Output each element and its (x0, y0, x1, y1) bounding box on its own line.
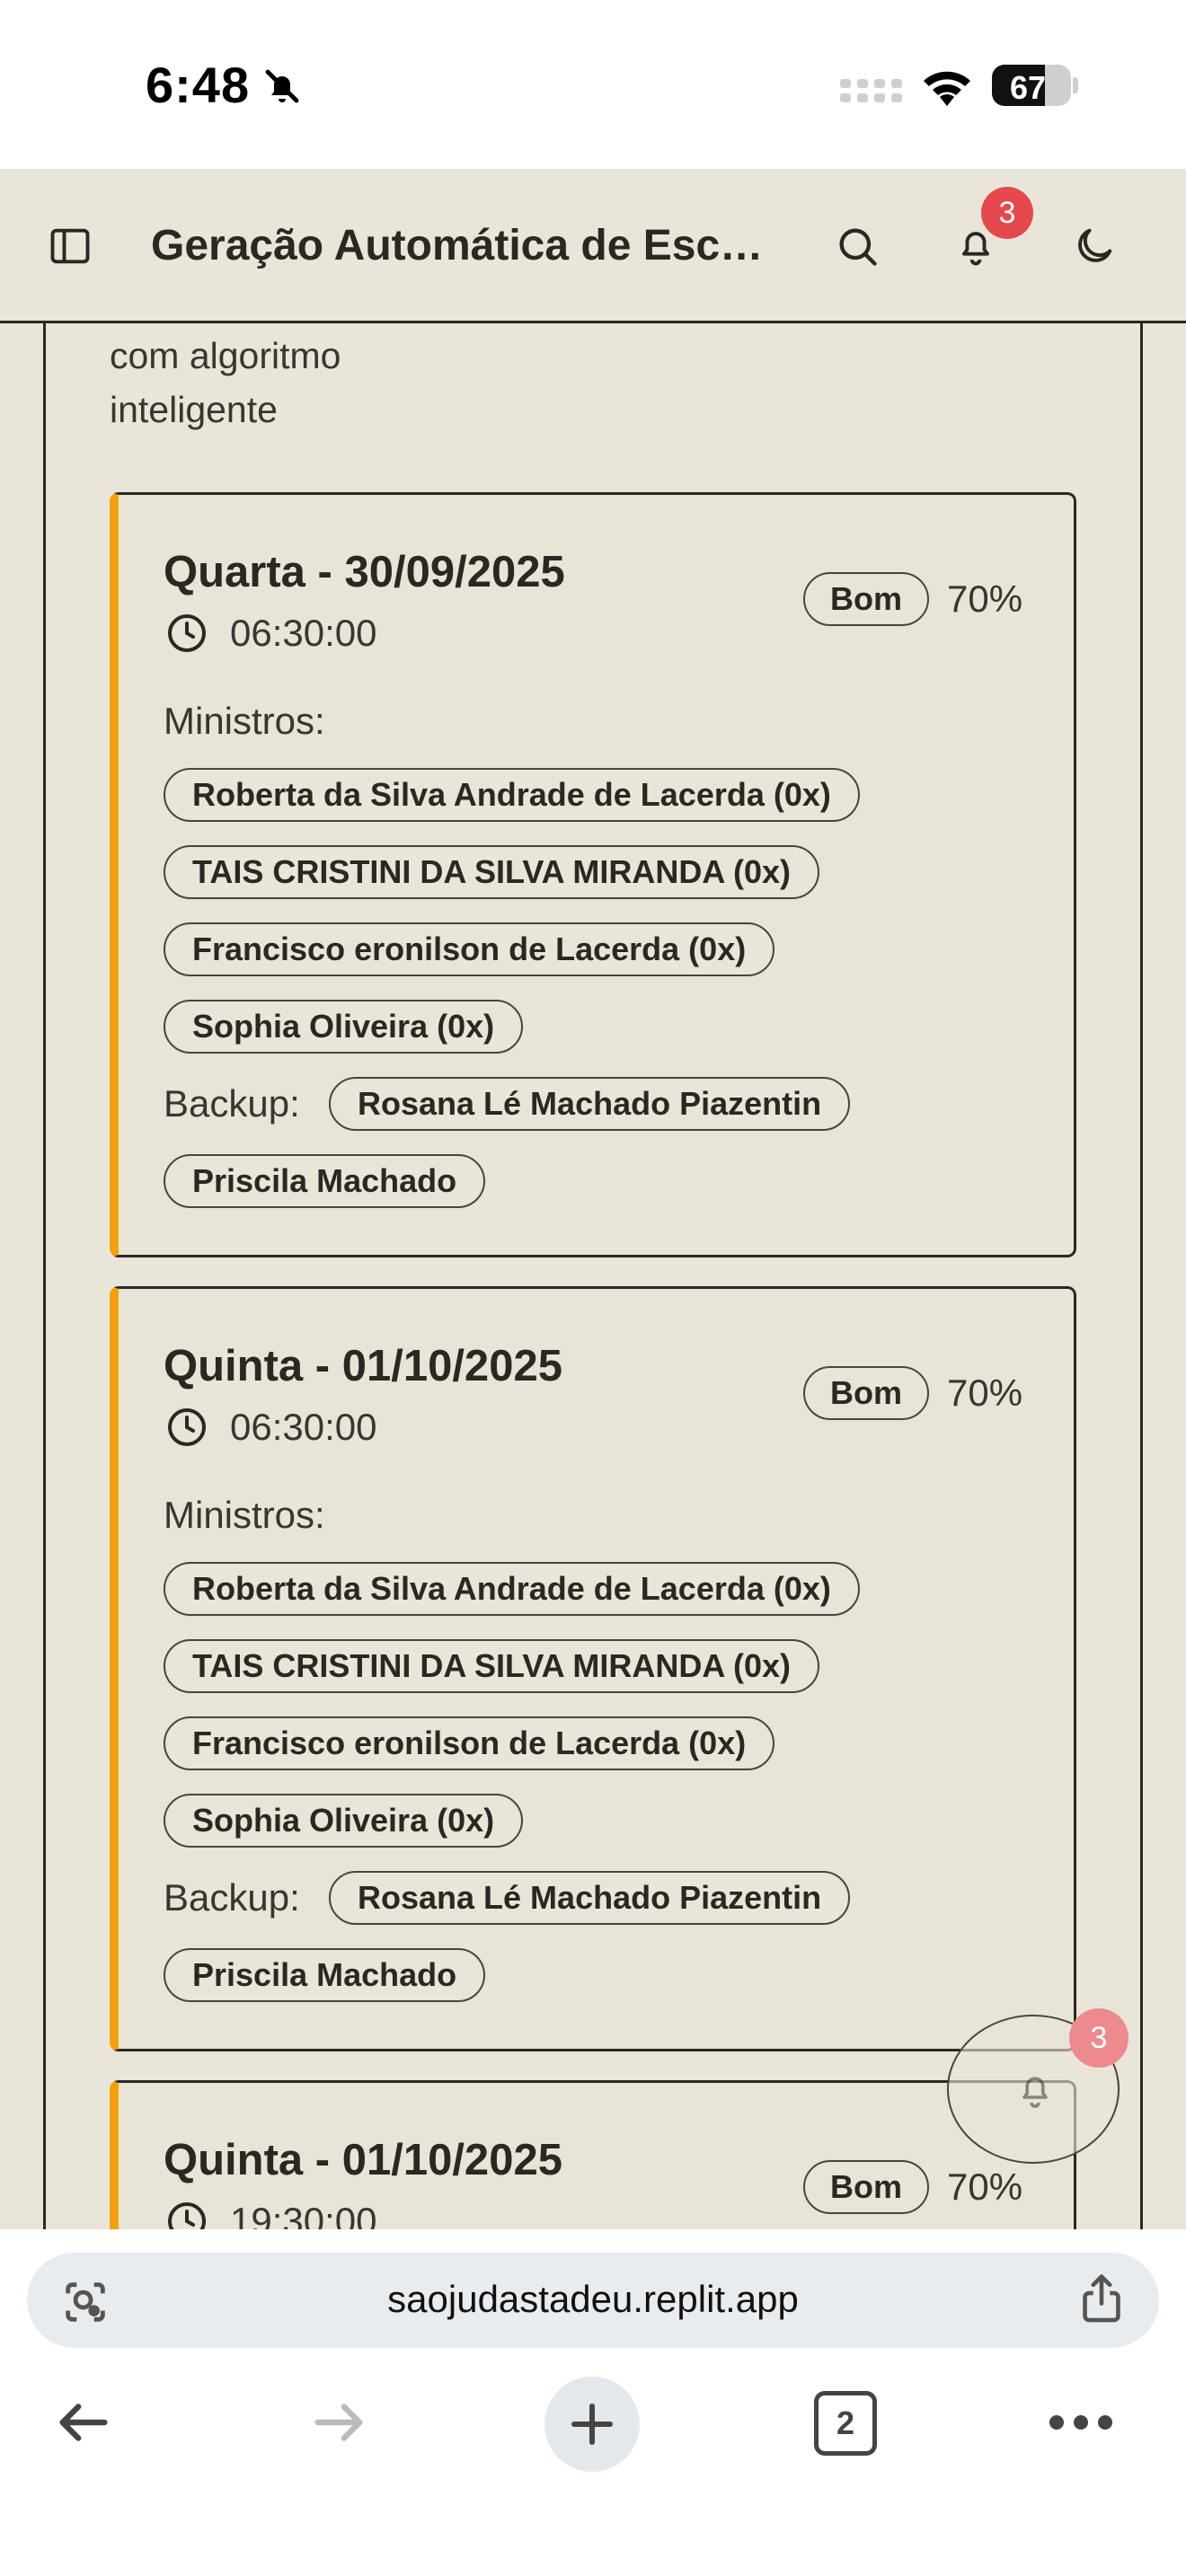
quality-badge: Bom (803, 572, 929, 626)
status-time: 6:48 (146, 57, 251, 113)
back-icon[interactable] (52, 2391, 115, 2454)
schedule-card[interactable]: Quarta - 30/09/2025 06:30:00 Bom 70% Min… (110, 492, 1076, 1257)
intro-subtitle: com algoritmo inteligente (110, 329, 469, 437)
schedule-date: Quinta - 01/10/2025 (164, 2136, 562, 2184)
page-title: Geração Automática de Esca... (151, 222, 771, 269)
share-icon[interactable] (1076, 2272, 1127, 2326)
clock-icon (168, 2202, 206, 2229)
url-text: saojudastadeu.replit.app (387, 2278, 799, 2320)
floating-notification-badge: 3 (1069, 2008, 1128, 2068)
clock-icon (168, 614, 206, 652)
search-icon[interactable] (834, 223, 881, 269)
schedule-date: Quinta - 01/10/2025 (164, 1342, 562, 1390)
app-header: Geração Automática de Esca... 3 (0, 169, 1186, 323)
cellular-signal-icon (840, 79, 902, 102)
battery-tip (1073, 77, 1078, 93)
clock-icon (168, 1408, 206, 1446)
minister-chip: Sophia Oliveira (0x) (164, 1000, 524, 1054)
notification-badge: 3 (981, 187, 1033, 239)
wifi-icon (924, 71, 970, 106)
subtitle-line-1: com algoritmo (110, 335, 341, 376)
schedule-time: 06:30:00 (230, 612, 377, 654)
quality-badge: Bom (803, 1366, 929, 1420)
minister-chip: Francisco eronilson de Lacerda (0x) (164, 1716, 775, 1770)
browser-toolbar: saojudastadeu.replit.app 2 (0, 2229, 1186, 2576)
bell-slash-icon (265, 69, 299, 103)
new-tab-button[interactable] (544, 2377, 640, 2472)
backup-chip: Priscila Machado (164, 1948, 486, 2002)
backup-label: Backup: (164, 1876, 300, 1919)
tabs-button[interactable]: 2 (814, 2391, 877, 2456)
main-content[interactable]: com algoritmo inteligente Quarta - 30/09… (0, 323, 1186, 2229)
status-bar: 6:48 67 (0, 0, 1186, 169)
subtitle-line-2: inteligente (110, 389, 278, 430)
moon-icon[interactable] (1071, 223, 1118, 269)
quality-score: 70% (947, 578, 1023, 620)
minister-chip: Roberta da Silva Andrade de Lacerda (0x) (164, 1562, 860, 1616)
forward-icon[interactable] (307, 2391, 370, 2454)
backup-chip: Rosana Lé Machado Piazentin (329, 1077, 851, 1131)
battery-icon: 67 (992, 65, 1071, 106)
minister-chip: TAIS CRISTINI DA SILVA MIRANDA (0x) (164, 1639, 819, 1693)
schedule-card[interactable]: Quinta - 01/10/2025 19:30:00 Bom 70% (110, 2080, 1076, 2229)
backup-chip: Priscila Machado (164, 1154, 486, 1208)
backup-label: Backup: (164, 1082, 300, 1125)
plus-icon (571, 2404, 613, 2445)
more-icon[interactable] (1048, 2412, 1114, 2433)
quality-score: 70% (947, 2166, 1023, 2208)
minister-chip: Roberta da Silva Andrade de Lacerda (0x) (164, 768, 860, 822)
schedule-time: 19:30:00 (230, 2200, 377, 2229)
sidebar-toggle-icon[interactable] (47, 223, 93, 269)
address-bar[interactable]: saojudastadeu.replit.app (27, 2253, 1159, 2348)
backup-chip: Rosana Lé Machado Piazentin (329, 1871, 851, 1925)
quality-badge: Bom (803, 2160, 929, 2214)
minister-chip: Sophia Oliveira (0x) (164, 1794, 524, 1848)
battery-level: 67 (1009, 69, 1047, 106)
ministers-label: Ministros: (164, 1494, 325, 1536)
quality-score: 70% (947, 1372, 1023, 1414)
schedule-time: 06:30:00 (230, 1406, 377, 1448)
schedule-card[interactable]: Quinta - 01/10/2025 06:30:00 Bom 70% Min… (110, 1286, 1076, 2051)
ministers-label: Ministros: (164, 700, 325, 742)
bell-icon (1022, 2077, 1048, 2108)
minister-chip: TAIS CRISTINI DA SILVA MIRANDA (0x) (164, 845, 819, 899)
minister-chip: Francisco eronilson de Lacerda (0x) (164, 922, 775, 976)
schedule-date: Quarta - 30/09/2025 (164, 548, 565, 596)
